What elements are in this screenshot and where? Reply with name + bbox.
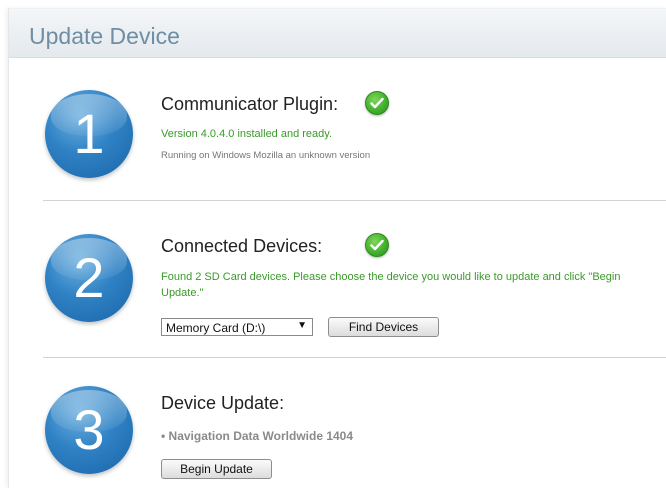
plugin-detail-text: Running on Windows Mozilla an unknown ve… [161,150,371,161]
divider [43,200,666,201]
dropdown-arrow-icon: ▼ [297,320,307,331]
check-circle-icon [365,91,389,115]
device-select-value: Memory Card (D:\) [166,321,266,335]
update-item: • Navigation Data Worldwide 1404 [161,429,354,443]
update-device-panel: Update Device 1 Communicator Plugin: Ver… [8,8,666,488]
step-title: Communicator Plugin: [161,94,339,114]
step-title: Connected Devices: [161,236,323,256]
step-number: 3 [73,398,105,461]
step-2-badge: 2 [45,234,133,322]
panel-header: Update Device [9,8,666,58]
device-select[interactable]: Memory Card (D:\) ▼ [161,318,313,336]
step-number: 2 [73,246,105,309]
find-devices-button[interactable]: Find Devices [328,317,439,337]
page-title: Update Device [29,23,180,49]
divider [43,357,666,358]
check-circle-icon [365,233,389,257]
step-1-badge: 1 [45,90,133,178]
step-title: Device Update: [161,393,285,413]
step-3-badge: 3 [45,386,133,474]
plugin-status-text: Version 4.0.4.0 installed and ready. [161,128,333,140]
devices-status-text: Found 2 SD Card devices. Please choose t… [161,271,621,299]
begin-update-button[interactable]: Begin Update [161,459,272,479]
step-number: 1 [73,102,105,165]
